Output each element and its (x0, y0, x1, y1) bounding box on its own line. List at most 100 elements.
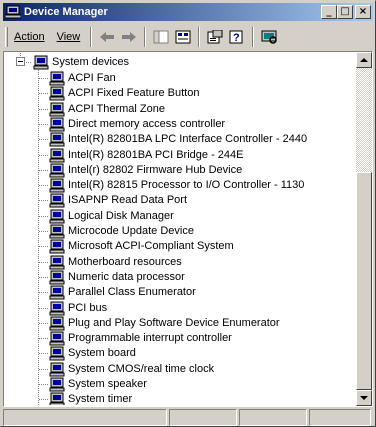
tree-item-label: Microcode Update Device (68, 225, 194, 237)
tree-item-device[interactable]: Intel(R) 82815 Processor to I/O Controll… (49, 177, 304, 193)
system-device-icon (49, 300, 65, 316)
tree-item-label: Parallel Class Enumerator (68, 286, 196, 299)
tree-item-label: Direct memory access controller (68, 117, 226, 130)
tree-item-label: Intel(R) 82801BA PCI Bridge - 244E (68, 148, 244, 161)
device-tree-pane[interactable]: System devices ACPI Fan ACPI Fixed Featur… (3, 51, 373, 407)
tree-item-device[interactable]: Logical Disk Manager (49, 208, 174, 224)
tree-item-device[interactable]: Motherboard resources (49, 254, 182, 270)
tree-item-device[interactable]: Microcode Update Device (49, 223, 194, 239)
tree-connector (39, 292, 49, 294)
tree-item-label: System devices (52, 56, 130, 68)
forward-arrow-icon[interactable] (118, 27, 140, 47)
system-device-icon (49, 254, 65, 270)
console-tree-icon[interactable] (150, 27, 172, 47)
tree-connector (39, 154, 49, 156)
back-arrow-icon[interactable] (96, 27, 118, 47)
tree-item-label: Motherboard resources (68, 255, 182, 268)
tree-item-device[interactable]: System CMOS/real time clock (49, 361, 214, 377)
tree-item-label: Intel(R) 82801BA LPC Interface Controlle… (68, 133, 308, 146)
close-button[interactable]: × (355, 5, 371, 19)
tree-item-label: System CMOS/real time clock (68, 362, 215, 375)
menu-view[interactable]: View (51, 29, 87, 45)
menu-view-label: View (56, 31, 81, 43)
collapse-toggle[interactable] (16, 57, 25, 66)
tree-item-device[interactable]: Plug and Play Software Device Enumerator (49, 315, 280, 331)
tree-item-device[interactable]: Parallel Class Enumerator (49, 284, 196, 300)
properties-icon[interactable] (204, 27, 226, 47)
tree-item-device[interactable]: ACPI Fixed Feature Button (49, 85, 199, 101)
maximize-button[interactable]: □ (337, 5, 353, 19)
tree-item-device[interactable]: Numeric data processor (49, 269, 185, 285)
tree-item-label: Plug and Play Software Device Enumerator (68, 316, 280, 329)
tree-connector (39, 261, 49, 263)
tree-connector (39, 384, 49, 385)
system-device-icon (49, 192, 65, 208)
device-manager-icon (4, 5, 22, 19)
menu-action[interactable]: Action (8, 29, 51, 45)
tree-item-device[interactable]: ISAPNP Read Data Port (49, 192, 187, 208)
toolbar-separator (198, 27, 201, 47)
system-device-icon (49, 376, 65, 392)
system-device-icon (49, 147, 65, 163)
system-device-icon (49, 116, 65, 132)
tree-connector (39, 169, 49, 171)
toolbar-separator (90, 27, 93, 47)
tree-connector (39, 368, 49, 370)
tree-item-device[interactable]: System timer (49, 391, 132, 405)
system-device-icon (49, 131, 65, 147)
tree-item-device[interactable]: System speaker (49, 376, 147, 392)
system-device-icon (49, 162, 65, 178)
system-device-icon (49, 391, 65, 405)
system-device-icon (49, 345, 65, 361)
tree-item-device[interactable]: Microsoft ACPI-Compliant System (49, 238, 234, 254)
help-icon[interactable]: ? (226, 27, 248, 47)
tree-connector (39, 185, 49, 187)
tree-item-device[interactable]: Intel(R) 82801BA PCI Bridge - 244E (49, 147, 243, 163)
tree-connector (39, 246, 49, 248)
tree-connector (39, 276, 49, 278)
tree-item-device[interactable]: PCI bus (49, 300, 107, 316)
menu-action-label: Action (14, 31, 45, 43)
svg-text:?: ? (233, 32, 240, 44)
tree-item-label: Numeric data processor (68, 270, 185, 283)
vertical-scrollbar[interactable] (356, 52, 372, 406)
tree-item-device[interactable]: Direct memory access controller (49, 116, 225, 132)
details-view-icon[interactable] (172, 27, 194, 47)
system-device-icon (49, 284, 65, 300)
tree-item-label: ACPI Fixed Feature Button (68, 87, 200, 100)
system-device-icon (49, 177, 65, 193)
tree-item-label: Intel(R) 82815 Processor to I/O Controll… (68, 179, 305, 192)
tree-item-device[interactable]: ACPI Fan (49, 70, 116, 86)
scroll-thumb[interactable] (356, 172, 372, 390)
tree-item-system-devices[interactable]: System devices (33, 54, 129, 70)
tree-item-label: System timer (68, 393, 133, 405)
tree-connector (39, 322, 49, 324)
tree-item-device[interactable]: Programmable interrupt controller (49, 330, 232, 346)
system-device-icon (49, 223, 65, 239)
tree-item-device[interactable]: System board (49, 345, 136, 361)
tree-item-label: Intel(r) 82802 Firmware Hub Device (68, 163, 243, 176)
status-pane-3 (239, 409, 307, 426)
tree-item-label: Microsoft ACPI-Compliant System (68, 240, 234, 253)
tree-item-device[interactable]: Intel(R) 82801BA LPC Interface Controlle… (49, 131, 307, 147)
tree-connector (39, 338, 49, 340)
toolbar-separator (144, 27, 147, 47)
tree-connector (39, 108, 49, 110)
system-device-icon (49, 70, 65, 86)
scan-hardware-icon[interactable] (258, 27, 280, 47)
window-title: Device Manager (24, 6, 108, 18)
system-device-icon (49, 85, 65, 101)
tree-item-device[interactable]: Intel(r) 82802 Firmware Hub Device (49, 162, 242, 178)
tree-item-device[interactable]: ACPI Thermal Zone (49, 101, 165, 117)
status-pane-main (3, 409, 167, 426)
tree-item-label: Logical Disk Manager (68, 209, 174, 222)
title-bar[interactable]: Device Manager _ □ × (3, 3, 373, 21)
minimize-button[interactable]: _ (321, 5, 337, 19)
tree-item-label: ACPI Fan (68, 72, 116, 84)
system-device-icon (49, 101, 65, 117)
system-device-icon (49, 330, 65, 346)
tree-item-label: System speaker (68, 378, 147, 390)
scroll-down-button[interactable] (356, 390, 372, 406)
scroll-up-button[interactable] (356, 52, 372, 68)
tree-connector (39, 139, 49, 141)
